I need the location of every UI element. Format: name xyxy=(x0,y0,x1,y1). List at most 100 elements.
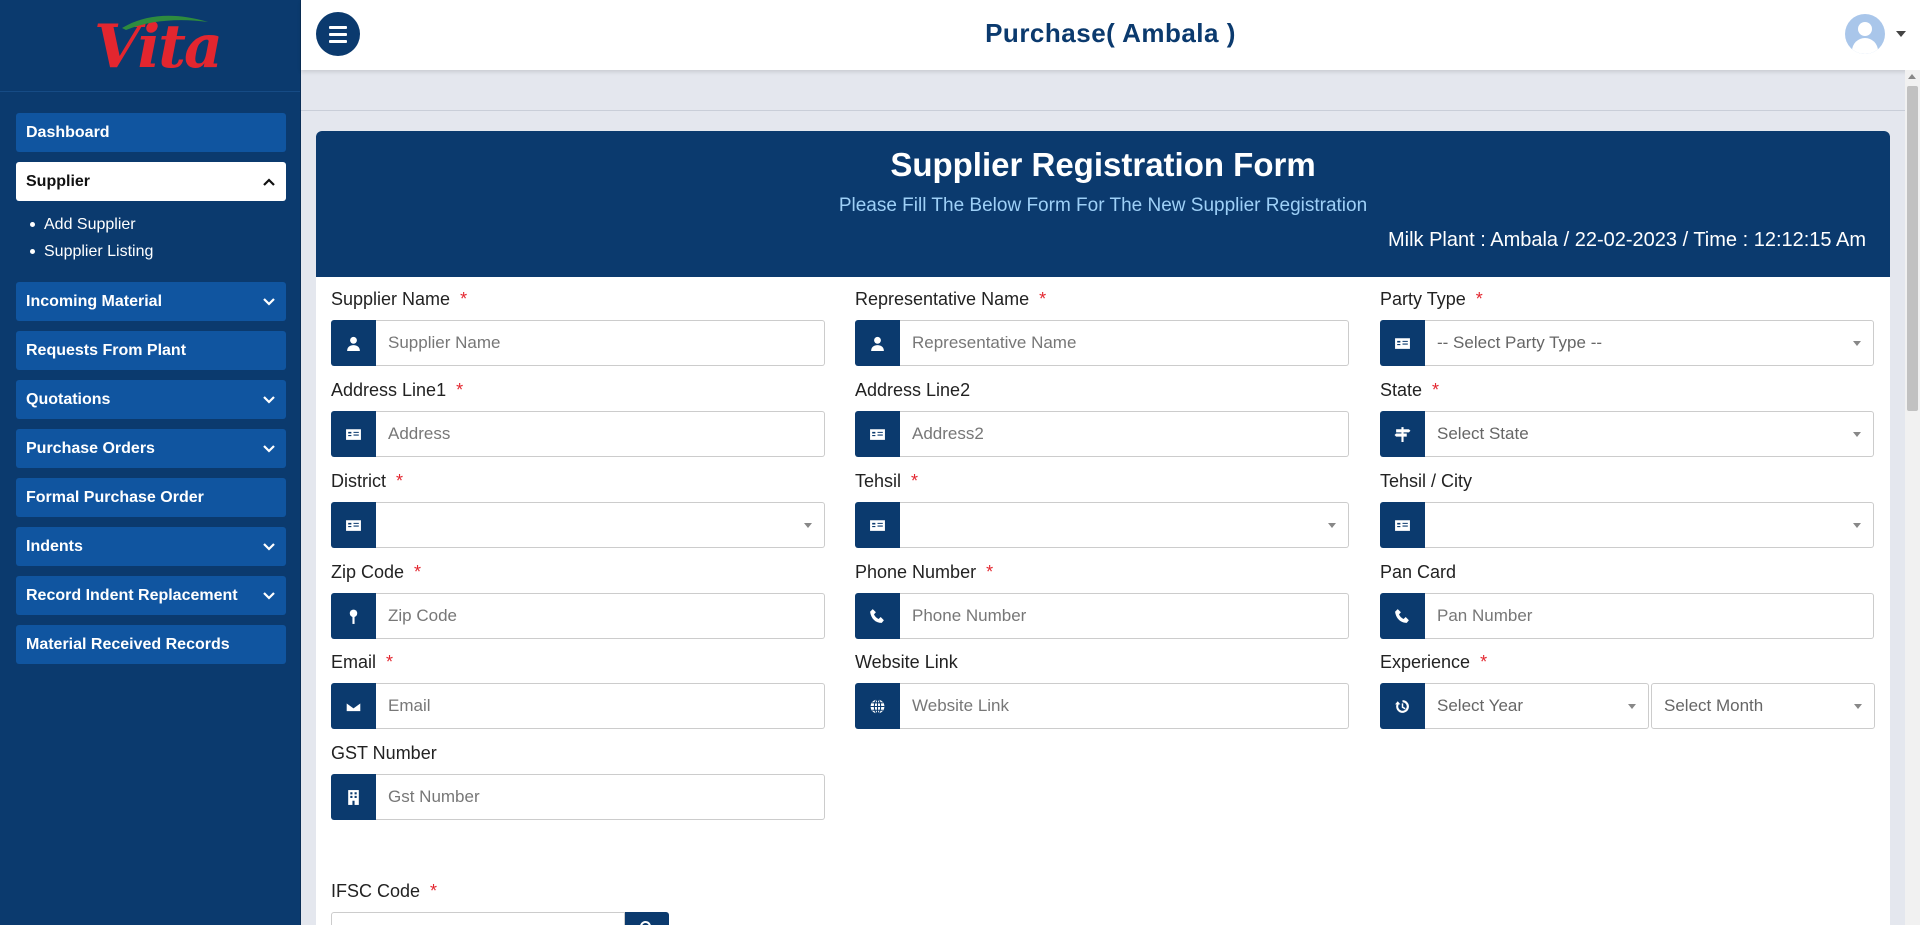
sidebar-subitem-add-supplier[interactable]: Add Supplier xyxy=(30,211,286,238)
field-label: Tehsil xyxy=(855,471,902,491)
gst-number-input[interactable] xyxy=(376,774,825,820)
field-label: Representative Name xyxy=(855,289,1030,309)
sidebar-item-formal-purchase-order[interactable]: Formal Purchase Order xyxy=(16,478,286,517)
ifsc-search-button[interactable] xyxy=(625,912,669,925)
address2-field: Address Line2 xyxy=(855,380,1349,457)
pan-number-input[interactable] xyxy=(1425,593,1874,639)
map-pin-icon xyxy=(331,593,376,639)
phone-number-input[interactable] xyxy=(900,593,1349,639)
field-label: Address Line1 xyxy=(331,380,447,400)
search-icon xyxy=(640,921,651,925)
avatar-body xyxy=(1852,38,1878,54)
field-label: IFSC Code xyxy=(331,881,421,901)
chevron-down-icon xyxy=(263,591,275,600)
state-select[interactable]: Select State xyxy=(1425,411,1874,457)
phone-number-field: Phone Number * xyxy=(855,562,1349,639)
chevron-down-icon xyxy=(263,395,275,404)
website-link-input[interactable] xyxy=(900,683,1349,729)
scrollbar-thumb[interactable] xyxy=(1907,86,1918,411)
website-link-field: Website Link xyxy=(855,652,1349,729)
user-avatar-icon[interactable] xyxy=(1845,14,1885,54)
field-label: Email xyxy=(331,652,377,672)
supplier-name-field: Supplier Name * xyxy=(331,289,825,366)
dropdown-caret-icon xyxy=(1853,340,1861,346)
chevron-down-icon xyxy=(263,542,275,551)
top-header: Purchase( Ambala ) xyxy=(301,0,1920,70)
user-menu-caret-icon[interactable] xyxy=(1896,31,1906,37)
zip-code-input[interactable] xyxy=(376,593,825,639)
scroll-up-arrow-icon[interactable] xyxy=(1908,74,1916,79)
address1-field: Address Line1 * xyxy=(331,380,825,457)
building-icon xyxy=(331,774,376,820)
sidebar-item-label: Dashboard xyxy=(26,123,110,141)
experience-year-select[interactable]: Select Year xyxy=(1425,683,1649,729)
required-mark: * xyxy=(456,380,464,400)
select-value: -- Select Party Type -- xyxy=(1437,333,1603,352)
chevron-up-icon xyxy=(263,177,275,186)
sidebar-item-label: Indents xyxy=(26,537,83,555)
logo-swoosh-icon xyxy=(122,15,208,30)
required-mark: * xyxy=(911,471,919,491)
dropdown-caret-icon xyxy=(1328,522,1336,528)
sidebar-item-material-received-records[interactable]: Material Received Records xyxy=(16,625,286,664)
required-mark: * xyxy=(460,289,468,309)
dropdown-caret-icon xyxy=(804,522,812,528)
field-label: Address Line2 xyxy=(855,380,971,400)
field-label: State xyxy=(1380,380,1423,400)
select-value: Select Year xyxy=(1437,696,1524,715)
dropdown-caret-icon xyxy=(1628,703,1636,709)
bullet-icon xyxy=(30,222,35,227)
id-card-icon xyxy=(331,411,376,457)
supplier-submenu: Add Supplier Supplier Listing xyxy=(16,211,286,265)
supplier-name-input[interactable] xyxy=(376,320,825,366)
dropdown-caret-icon xyxy=(1853,522,1861,528)
sidebar-item-label: Incoming Material xyxy=(26,292,163,310)
sidebar-subitem-label: Add Supplier xyxy=(44,215,136,233)
sidebar-subitem-supplier-listing[interactable]: Supplier Listing xyxy=(30,238,286,265)
dropdown-caret-icon xyxy=(1854,703,1862,709)
tehsil-city-select[interactable] xyxy=(1425,502,1874,548)
required-mark: * xyxy=(1480,652,1488,672)
form-subtitle: Please Fill The Below Form For The New S… xyxy=(838,195,1368,216)
field-label: Party Type xyxy=(1380,289,1466,309)
ifsc-code-input[interactable] xyxy=(331,912,625,925)
signpost-icon xyxy=(1380,411,1425,457)
experience-field: Experience * Select Year Select Month xyxy=(1380,652,1875,729)
form-header: Supplier Registration Form Please Fill T… xyxy=(316,131,1890,277)
sidebar-item-quotations[interactable]: Quotations xyxy=(16,380,286,419)
sidebar-item-incoming-material[interactable]: Incoming Material xyxy=(16,282,286,321)
required-mark: * xyxy=(986,562,994,582)
form-title: Supplier Registration Form xyxy=(890,146,1316,183)
address2-input[interactable] xyxy=(900,411,1349,457)
tehsil-select[interactable] xyxy=(900,502,1349,548)
sidebar-item-label: Quotations xyxy=(26,390,111,408)
email-field: Email * xyxy=(331,652,825,729)
party-type-field: Party Type * -- Select Party Type -- xyxy=(1380,289,1874,366)
page-scrollbar[interactable] xyxy=(1905,70,1920,925)
field-label: District xyxy=(331,471,386,491)
experience-month-select[interactable]: Select Month xyxy=(1651,683,1875,729)
sidebar-item-purchase-orders[interactable]: Purchase Orders xyxy=(16,429,286,468)
party-type-select[interactable]: -- Select Party Type -- xyxy=(1425,320,1874,366)
id-card-icon xyxy=(1380,502,1425,548)
sidebar-subitem-label: Supplier Listing xyxy=(44,242,154,260)
email-input[interactable] xyxy=(376,683,825,729)
district-select[interactable] xyxy=(376,502,825,548)
history-icon xyxy=(1380,683,1425,729)
field-label: Zip Code xyxy=(331,562,405,582)
required-mark: * xyxy=(1475,289,1483,309)
required-mark: * xyxy=(1432,380,1440,400)
representative-name-input[interactable] xyxy=(900,320,1349,366)
tehsil-city-field: Tehsil / City xyxy=(1380,471,1874,548)
required-mark: * xyxy=(414,562,422,582)
sidebar-item-dashboard[interactable]: Dashboard xyxy=(16,113,286,152)
sidebar-item-indents[interactable]: Indents xyxy=(16,527,286,566)
user-icon xyxy=(855,320,900,366)
address1-input[interactable] xyxy=(376,411,825,457)
divider xyxy=(301,110,1905,111)
sidebar-item-supplier[interactable]: Supplier xyxy=(16,162,286,201)
supplier-form-card: Supplier Registration Form Please Fill T… xyxy=(316,131,1890,925)
sidebar-item-label: Formal Purchase Order xyxy=(26,488,204,506)
sidebar-item-record-indent-replacement[interactable]: Record Indent Replacement xyxy=(16,576,286,615)
sidebar-item-requests-from-plant[interactable]: Requests From Plant xyxy=(16,331,286,370)
